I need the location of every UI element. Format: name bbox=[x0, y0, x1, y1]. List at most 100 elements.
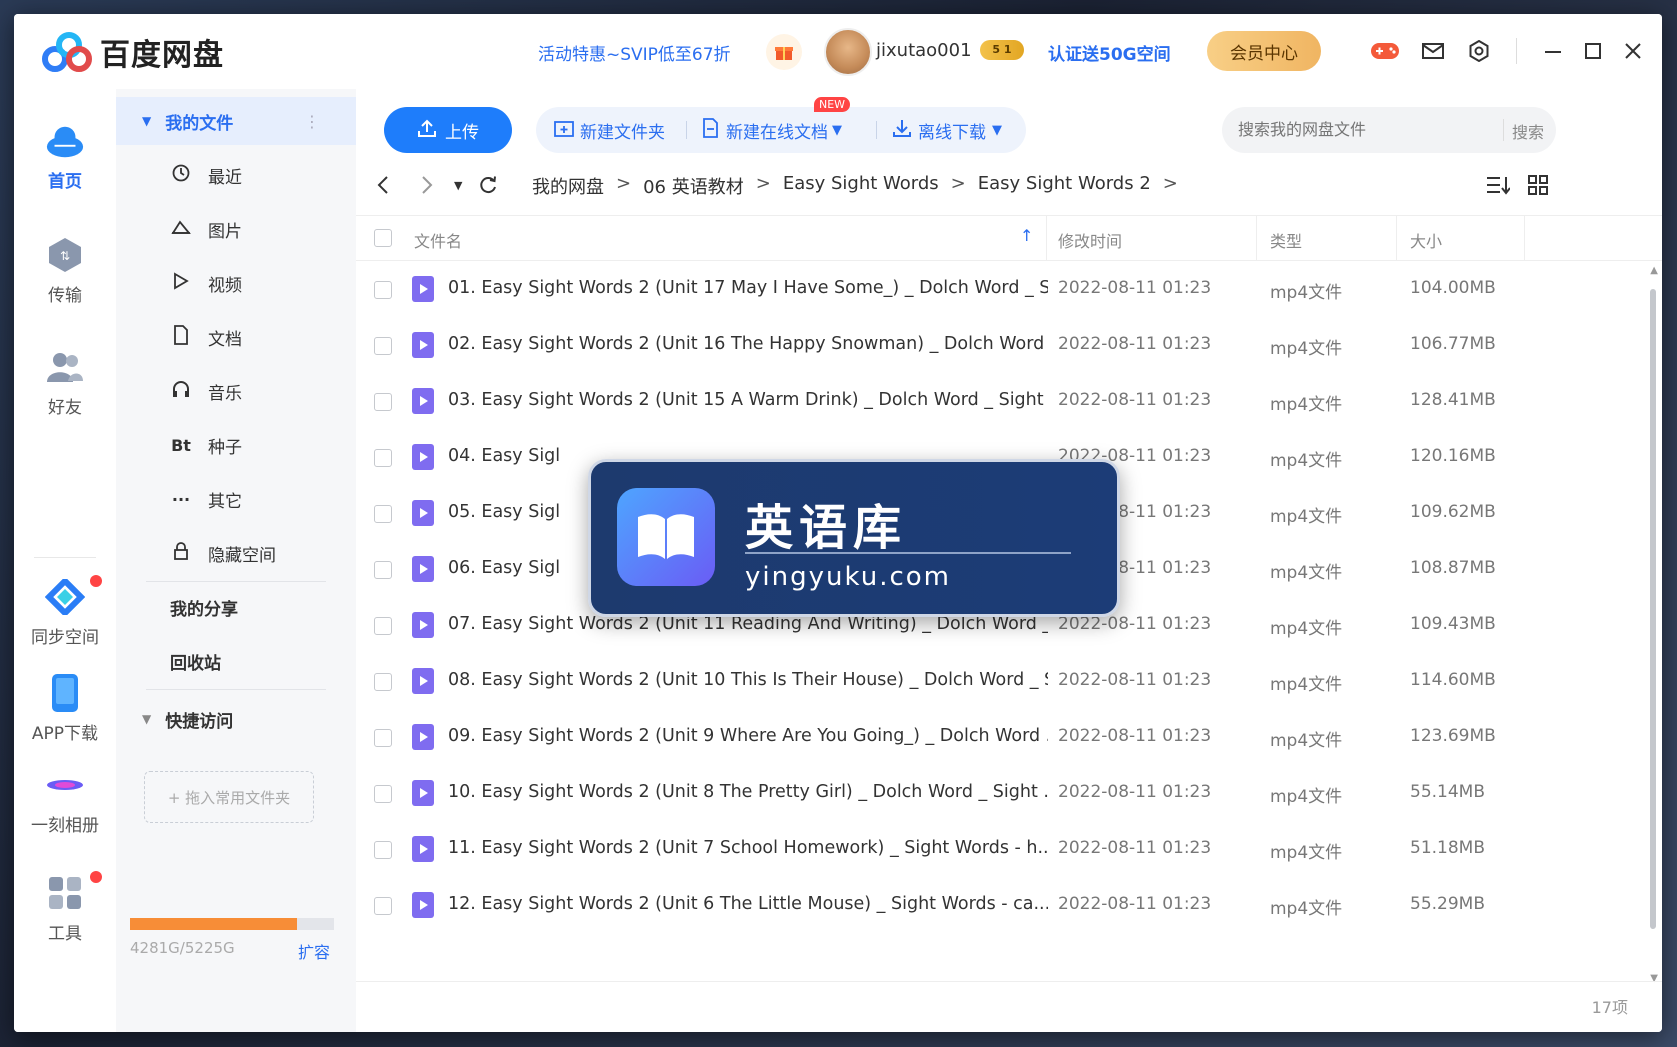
headphones-icon bbox=[170, 380, 192, 402]
nav-app-download[interactable]: APP下载 bbox=[14, 673, 116, 744]
row-checkbox[interactable] bbox=[374, 393, 392, 411]
sidebar-item-recycle-bin[interactable]: 回收站 bbox=[116, 637, 356, 685]
album-icon bbox=[45, 765, 85, 805]
search-input[interactable] bbox=[1236, 119, 1490, 140]
row-checkbox[interactable] bbox=[374, 561, 392, 579]
verify-link[interactable]: 认证送50G空间 bbox=[1048, 40, 1171, 65]
file-name[interactable]: 11. Easy Sight Words 2 (Unit 7 School Ho… bbox=[448, 838, 1048, 858]
watermark-title: 英语库 bbox=[745, 500, 908, 556]
table-row[interactable]: 03. Easy Sight Words 2 (Unit 15 A Warm D… bbox=[356, 372, 1566, 432]
sort-list-icon[interactable] bbox=[1486, 175, 1511, 200]
file-name[interactable]: 09. Easy Sight Words 2 (Unit 9 Where Are… bbox=[448, 726, 1048, 746]
search-button[interactable]: 搜索 bbox=[1512, 119, 1544, 143]
more-vertical-icon[interactable]: ⋮ bbox=[304, 112, 320, 131]
new-folder-button[interactable]: 新建文件夹 bbox=[554, 107, 665, 153]
file-name[interactable]: 01. Easy Sight Words 2 (Unit 17 May I Ha… bbox=[448, 278, 1048, 298]
select-all-checkbox[interactable] bbox=[374, 229, 392, 247]
maximize-icon[interactable] bbox=[1578, 36, 1608, 66]
scrollbar-thumb[interactable] bbox=[1650, 289, 1656, 929]
nav-divider bbox=[34, 557, 96, 558]
sidebar-item-other[interactable]: ··· 其它 bbox=[116, 475, 356, 523]
nav-sync-space[interactable]: 同步空间 bbox=[14, 575, 116, 648]
sidebar-item-my-share[interactable]: 我的分享 bbox=[116, 583, 356, 631]
table-row[interactable]: 10. Easy Sight Words 2 (Unit 8 The Prett… bbox=[356, 764, 1566, 824]
breadcrumb-item[interactable]: 06 英语教材 bbox=[643, 173, 744, 199]
sidebar-item-recent[interactable]: 最近 bbox=[116, 151, 356, 199]
tools-grid-icon bbox=[45, 873, 85, 913]
settings-gear-icon[interactable] bbox=[1464, 36, 1494, 66]
nav-tools[interactable]: 工具 bbox=[14, 871, 116, 944]
breadcrumb-item[interactable]: Easy Sight Words bbox=[783, 173, 939, 199]
file-name[interactable]: 08. Easy Sight Words 2 (Unit 10 This Is … bbox=[448, 670, 1048, 690]
table-row[interactable]: 11. Easy Sight Words 2 (Unit 7 School Ho… bbox=[356, 820, 1566, 880]
scroll-up-icon[interactable]: ▲ bbox=[1650, 265, 1658, 276]
sidebar-item-hidden-space[interactable]: 隐藏空间 bbox=[116, 529, 356, 577]
refresh-icon[interactable] bbox=[478, 175, 498, 200]
row-checkbox[interactable] bbox=[374, 729, 392, 747]
expand-storage-link[interactable]: 扩容 bbox=[298, 939, 330, 963]
breadcrumb-separator: > bbox=[950, 173, 966, 194]
more-dots-icon: ··· bbox=[171, 489, 191, 509]
sort-ascending-icon[interactable]: ↑ bbox=[1020, 226, 1033, 245]
grid-view-icon[interactable] bbox=[1528, 175, 1548, 200]
row-checkbox[interactable] bbox=[374, 673, 392, 691]
gamepad-icon[interactable] bbox=[1370, 36, 1400, 66]
nav-friends[interactable]: 好友 bbox=[14, 347, 116, 418]
nav-moment-album[interactable]: 一刻相册 bbox=[14, 765, 116, 836]
username[interactable]: jixutao001 bbox=[876, 40, 972, 61]
sidebar-item-label: 视频 bbox=[208, 275, 242, 296]
forward-arrow-icon[interactable] bbox=[420, 175, 434, 200]
sidebar-quick-access[interactable]: ▼ 快捷访问 bbox=[116, 695, 356, 743]
file-name[interactable]: 12. Easy Sight Words 2 (Unit 6 The Littl… bbox=[448, 894, 1048, 914]
file-name[interactable]: 07. Easy Sight Words 2 (Unit 11 Reading … bbox=[448, 614, 1048, 634]
close-icon[interactable] bbox=[1618, 36, 1648, 66]
breadcrumb-separator: > bbox=[755, 173, 771, 194]
sidebar-item-torrents[interactable]: Bt 种子 bbox=[116, 421, 356, 469]
sidebar-item-videos[interactable]: 视频 bbox=[116, 259, 356, 307]
column-header-size[interactable]: 大小 bbox=[1410, 228, 1442, 252]
member-center-button[interactable]: 会员中心 bbox=[1207, 31, 1321, 71]
table-row[interactable]: 08. Easy Sight Words 2 (Unit 10 This Is … bbox=[356, 652, 1566, 712]
breadcrumb-item[interactable]: 我的网盘 bbox=[532, 173, 604, 199]
new-online-doc-button[interactable]: 新建在线文档 ▼ bbox=[702, 107, 842, 153]
sidebar-item-documents[interactable]: 文档 bbox=[116, 313, 356, 361]
row-checkbox[interactable] bbox=[374, 897, 392, 915]
table-row[interactable]: 12. Easy Sight Words 2 (Unit 6 The Littl… bbox=[356, 876, 1566, 936]
gift-icon[interactable] bbox=[766, 34, 802, 70]
file-name[interactable]: 02. Easy Sight Words 2 (Unit 16 The Happ… bbox=[448, 334, 1048, 354]
file-name[interactable]: 03. Easy Sight Words 2 (Unit 15 A Warm D… bbox=[448, 390, 1048, 410]
table-row[interactable]: 02. Easy Sight Words 2 (Unit 16 The Happ… bbox=[356, 316, 1566, 376]
minimize-icon[interactable] bbox=[1538, 36, 1568, 66]
column-header-name[interactable]: 文件名 bbox=[414, 228, 462, 252]
file-name[interactable]: 10. Easy Sight Words 2 (Unit 8 The Prett… bbox=[448, 782, 1048, 802]
history-dropdown-icon[interactable]: ▼ bbox=[454, 179, 462, 192]
scrollbar[interactable] bbox=[1650, 279, 1656, 939]
upload-button[interactable]: 上传 bbox=[384, 107, 512, 153]
scroll-down-icon[interactable]: ▼ bbox=[1650, 973, 1658, 984]
mail-icon[interactable] bbox=[1418, 36, 1448, 66]
table-row[interactable]: 09. Easy Sight Words 2 (Unit 9 Where Are… bbox=[356, 708, 1566, 768]
table-row[interactable]: 01. Easy Sight Words 2 (Unit 17 May I Ha… bbox=[356, 260, 1566, 320]
breadcrumb-item[interactable]: Easy Sight Words 2 bbox=[978, 173, 1151, 199]
nav-home[interactable]: 首页 bbox=[14, 121, 116, 192]
row-checkbox[interactable] bbox=[374, 617, 392, 635]
vip-level-badge[interactable]: 5 1 bbox=[980, 40, 1024, 60]
row-checkbox[interactable] bbox=[374, 841, 392, 859]
sidebar-item-images[interactable]: 图片 bbox=[116, 205, 356, 253]
row-checkbox[interactable] bbox=[374, 785, 392, 803]
avatar[interactable] bbox=[824, 28, 872, 76]
column-header-type[interactable]: 类型 bbox=[1270, 228, 1302, 252]
column-header-modified[interactable]: 修改时间 bbox=[1058, 228, 1122, 252]
offline-download-button[interactable]: 离线下载 ▼ bbox=[892, 107, 1002, 153]
promo-link[interactable]: 活动特惠~SVIP低至67折 bbox=[538, 40, 731, 65]
drop-folder-zone[interactable]: + 拖入常用文件夹 bbox=[144, 771, 314, 823]
back-arrow-icon[interactable] bbox=[376, 175, 390, 200]
row-checkbox[interactable] bbox=[374, 281, 392, 299]
row-checkbox[interactable] bbox=[374, 505, 392, 523]
sidebar-item-my-files[interactable]: ▼ 我的文件 ⋮ bbox=[116, 97, 356, 145]
row-checkbox[interactable] bbox=[374, 449, 392, 467]
notification-dot bbox=[90, 871, 102, 883]
nav-transfer[interactable]: ⇅ 传输 bbox=[14, 235, 116, 306]
row-checkbox[interactable] bbox=[374, 337, 392, 355]
sidebar-item-music[interactable]: 音乐 bbox=[116, 367, 356, 415]
